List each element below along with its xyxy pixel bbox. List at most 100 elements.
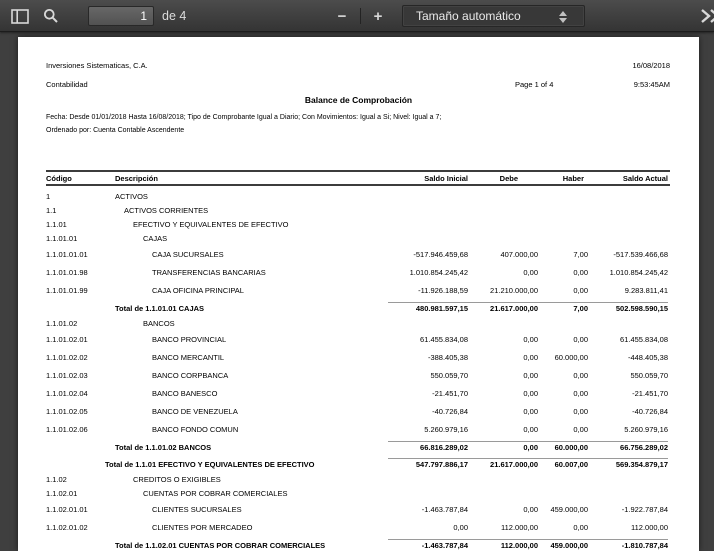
description-cell: CUENTAS POR COBRAR COMERCIALES — [143, 487, 287, 501]
select-spinner-icon — [559, 10, 568, 24]
code-cell: 1.1.01.02.01 — [46, 331, 88, 349]
table-row: 1.1.02 CREDITOS O EXIGIBLES — [18, 473, 699, 487]
search-button[interactable] — [38, 5, 64, 27]
description-cell: BANCO BANESCO — [152, 385, 217, 403]
report-filters-line1: Fecha: Desde 01/01/2018 Hasta 16/08/2018… — [46, 114, 441, 121]
code-cell: 1.1.01.01.99 — [46, 282, 88, 300]
code-cell: 1.1.01.01.98 — [46, 264, 88, 282]
code-cell: 1.1.02.01.01 — [46, 501, 88, 519]
code-cell: 1.1.01.02.05 — [46, 403, 88, 421]
table-row: Total de 1.1.01.01 CAJAS480.981.597,1521… — [18, 300, 699, 317]
description-cell: Total de 1.1.01.01 CAJAS — [115, 300, 204, 317]
zoom-out-button[interactable]: − — [329, 5, 355, 27]
sidebar-toggle-button[interactable] — [7, 5, 33, 27]
debe-cell: 0,00 — [523, 264, 538, 282]
description-cell: BANCO CORPBANCA — [152, 367, 228, 385]
haber-cell: 459.000,00 — [550, 501, 588, 519]
saldo-inicial-cell: -517.946.459,68 — [413, 246, 468, 264]
report-time: 9:53:45AM — [634, 80, 670, 89]
code-cell: 1 — [46, 190, 50, 204]
saldo-actual-cell: -40.726,84 — [632, 403, 668, 421]
debe-cell: 112.000,00 — [501, 519, 538, 537]
code-cell: 1.1.02 — [46, 473, 67, 487]
saldo-actual-cell: 66.756.289,02 — [620, 439, 668, 456]
table-row: 1.1.02.01.01 CLIENTES SUCURSALES -1.463.78… — [18, 501, 699, 519]
code-cell: 1.1.01.02.04 — [46, 385, 88, 403]
zoom-in-button[interactable]: + — [365, 5, 391, 27]
haber-cell: 0,00 — [573, 385, 588, 403]
debe-cell: 112.000,00 — [501, 537, 538, 551]
page-count-label: de 4 — [162, 0, 186, 32]
column-header-saldo-actual: Saldo Actual — [623, 174, 668, 183]
module-name: Contabilidad — [46, 80, 88, 89]
saldo-inicial-cell: -1.463.787,84 — [422, 501, 468, 519]
saldo-actual-cell: 9.283.811,41 — [625, 282, 668, 300]
column-header-debe: Debe — [500, 174, 518, 183]
pdf-page: Inversiones Sistematicas, C.A. 16/08/201… — [18, 37, 699, 551]
table-row: Total de 1.1.02.01 CUENTAS POR COBRAR CO… — [18, 537, 699, 551]
code-cell: 1.1.01.01 — [46, 232, 77, 246]
debe-cell: 0,00 — [523, 367, 538, 385]
column-header-saldo-inicial: Saldo Inicial — [424, 174, 468, 183]
description-cell: CREDITOS O EXIGIBLES — [133, 473, 221, 487]
double-chevron-right-icon — [699, 8, 714, 24]
table-row: 1.1.02.01 CUENTAS POR COBRAR COMERCIALES — [18, 487, 699, 501]
debe-cell: 0,00 — [523, 385, 538, 403]
haber-cell: 7,00 — [573, 246, 588, 264]
page-number-input[interactable] — [88, 6, 154, 26]
saldo-actual-cell: -21.451,70 — [632, 385, 668, 403]
saldo-actual-cell: -1.810.787,84 — [622, 537, 668, 551]
description-cell: ACTIVOS CORRIENTES — [124, 204, 208, 218]
table-row: 1.1.01.02.03BANCO CORPBANCA550.059,700,0… — [18, 367, 699, 385]
description-cell: BANCO MERCANTIL — [152, 349, 224, 367]
table-row: 1.1.01 EFECTIVO Y EQUIVALENTES DE EFECTIV… — [18, 218, 699, 232]
table-row: 1.1.01.02.01BANCO PROVINCIAL61.455.834,0… — [18, 331, 699, 349]
saldo-actual-cell: -517.539.466,68 — [613, 246, 668, 264]
debe-cell: 21.617.000,00 — [490, 456, 538, 473]
code-cell: 1.1.01.02.06 — [46, 421, 88, 439]
table-row: 1.1.01.01.99CAJA OFICINA PRINCIPAL-11.92… — [18, 282, 699, 300]
description-cell: Total de 1.1.01 EFECTIVO Y EQUIVALENTES … — [105, 456, 315, 473]
zoom-level-select[interactable]: Tamaño automático — [402, 5, 585, 27]
debe-cell: 21.617.000,00 — [490, 300, 538, 317]
table-row: Total de 1.1.01 EFECTIVO Y EQUIVALENTES … — [18, 456, 699, 473]
debe-cell: 0,00 — [523, 501, 538, 519]
table-row: 1.1.01.02.06BANCO FONDO COMUN5.260.979,1… — [18, 421, 699, 439]
saldo-actual-cell: 569.354.879,17 — [616, 456, 668, 473]
table-row: 1.1ACTIVOS CORRIENTES — [18, 204, 699, 218]
code-cell: 1.1.01.02.02 — [46, 349, 88, 367]
saldo-inicial-cell: 61.455.834,08 — [420, 331, 468, 349]
haber-cell: 0,00 — [573, 421, 588, 439]
column-header-descripcion: Descripción — [115, 174, 158, 183]
description-cell: EFECTIVO Y EQUIVALENTES DE EFECTIVO — [133, 218, 288, 232]
table-row: 1.1.02.01.02CLIENTES POR MERCADEO0,00112… — [18, 519, 699, 537]
haber-cell: 60.007,00 — [555, 456, 588, 473]
report-title: Balance de Comprobación — [18, 95, 699, 105]
company-name: Inversiones Sistematicas, C.A. — [46, 61, 148, 70]
report-filters-line2: Ordenado por: Cuenta Contable Ascendente — [46, 127, 184, 134]
table-row: 1.1.01.02.04 BANCO BANESCO -21.451,70 0,00 0… — [18, 385, 699, 403]
saldo-inicial-cell: 1.010.854.245,42 — [410, 264, 468, 282]
debe-cell: 0,00 — [523, 349, 538, 367]
description-cell: CLIENTES SUCURSALES — [152, 501, 242, 519]
toolbar-separator — [360, 8, 361, 24]
saldo-actual-cell: 1.010.854.245,42 — [610, 264, 668, 282]
description-cell: TRANSFERENCIAS BANCARIAS — [152, 264, 266, 282]
haber-cell: 0,00 — [573, 264, 588, 282]
haber-cell: 0,00 — [573, 519, 588, 537]
description-cell: CAJA OFICINA PRINCIPAL — [152, 282, 244, 300]
table-row: 1ACTIVOS — [18, 190, 699, 204]
pdf-toolbar: de 4 − + Tamaño automático — [0, 0, 714, 32]
saldo-actual-cell: 550.059,70 — [630, 367, 668, 385]
toolbar-overflow-button[interactable] — [698, 5, 714, 27]
description-cell: CAJA SUCURSALES — [152, 246, 224, 264]
table-row: Total de 1.1.01.02 BANCOS66.816.289,020,… — [18, 439, 699, 456]
column-header-haber: Haber — [563, 174, 584, 183]
description-cell: Total de 1.1.02.01 CUENTAS POR COBRAR CO… — [115, 537, 325, 551]
saldo-actual-cell: 5.260.979,16 — [624, 421, 668, 439]
table-row: 1.1.01.02.05BANCO DE VENEZUELA-40.726,84… — [18, 403, 699, 421]
code-cell: 1.1.01 — [46, 218, 67, 232]
code-cell: 1.1.02.01.02 — [46, 519, 88, 537]
haber-cell: 60.000,00 — [555, 349, 588, 367]
code-cell: 1.1.02.01 — [46, 487, 77, 501]
